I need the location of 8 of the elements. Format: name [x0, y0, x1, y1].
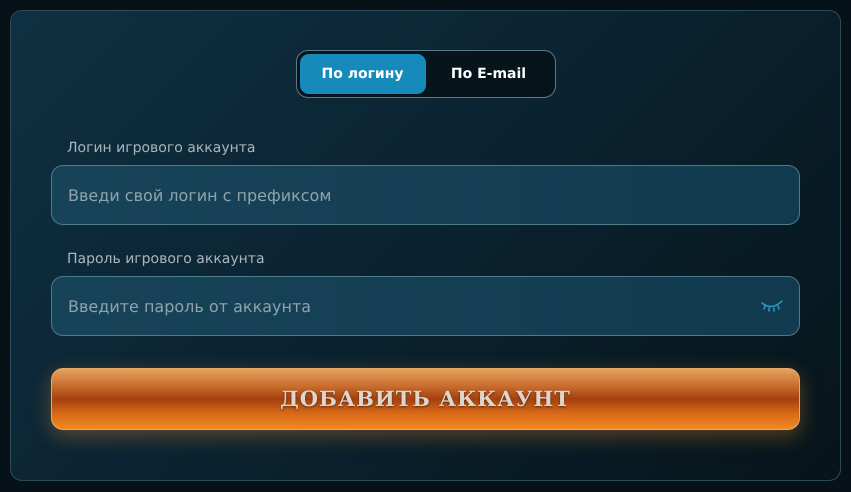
tab[interactable]: По E-mail: [426, 54, 552, 94]
field-label: Пароль игрового аккаунта: [67, 250, 266, 269]
login-field[interactable]: Введи свой логин с префиксом: [51, 165, 800, 225]
tab[interactable]: По логину: [300, 54, 426, 94]
field-label: Логин игрового аккаунта: [67, 139, 256, 158]
closed-eye-icon[interactable]: [760, 299, 784, 313]
add-account-button[interactable]: ДОБАВИТЬ АККАУНТ: [51, 368, 800, 430]
password-field[interactable]: Введите пароль от аккаунта: [51, 276, 800, 336]
